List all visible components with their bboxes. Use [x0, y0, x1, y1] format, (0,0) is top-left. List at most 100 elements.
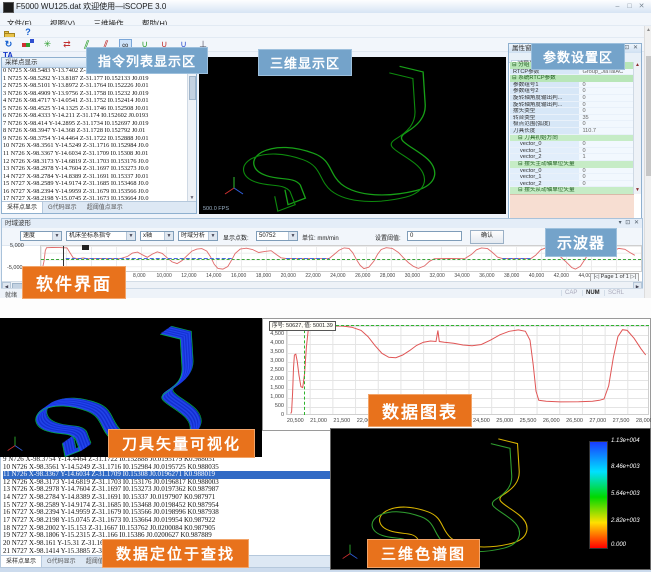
colorbar-tick-label: 8.46e+003: [611, 464, 640, 470]
property-value[interactable]: 0: [579, 181, 634, 188]
gcode-row[interactable]: 16 N727 X-98.2394 Y-14.9959 Z-31.1679 I0…: [3, 509, 331, 517]
gcode-row[interactable]: 2 N725 X-98.5101 Y-13.8972 Z-31.1764 I0.…: [3, 82, 188, 90]
axis-tick-label: 30,000: [400, 273, 424, 279]
points-count-select[interactable]: 50752▼: [256, 231, 298, 241]
gcode-row[interactable]: 11 N726 X-98.3367 Y-14.6034 Z-31.1709 I0…: [3, 150, 188, 158]
gcode-row[interactable]: 14 N727 X-98.2784 Y-14.8389 Z-31.1691 I0…: [3, 494, 331, 502]
tab-1[interactable]: 采样点显示: [2, 202, 43, 213]
tab-3[interactable]: 超阈值点显示: [82, 202, 128, 213]
property-value[interactable]: 1: [579, 154, 634, 161]
chart-crosshair-horizontal: [286, 325, 649, 326]
scroll-thumb[interactable]: [189, 76, 196, 100]
gcode-row[interactable]: 15 N727 X-98.2589 Y-14.9174 Z-31.1685 I0…: [3, 502, 331, 510]
gcode-row[interactable]: 12 N726 X-98.3173 Y-14.6819 Z-31.1703 I0…: [3, 158, 188, 166]
property-value[interactable]: 110.7: [579, 128, 634, 135]
minimize-button[interactable]: –: [612, 2, 623, 11]
annotation-cmd-list: 指令列表显示区: [86, 47, 208, 74]
property-row[interactable]: vector_10: [510, 174, 634, 181]
property-group[interactable]: ⊟ 系统RTCP参数: [510, 75, 634, 82]
gcode-row[interactable]: 14 N727 X-98.2784 Y-14.8389 Z-31.1691 I0…: [3, 173, 188, 181]
property-value[interactable]: 0: [579, 108, 634, 115]
fan-icon[interactable]: ✳: [41, 39, 54, 50]
gcode-row[interactable]: 12 N726 X-98.3173 Y-14.6819 Z-31.1703 I0…: [3, 479, 331, 487]
property-group[interactable]: ⊟ 摆头主动轴单位矢量: [510, 161, 634, 168]
scroll-thumb[interactable]: [646, 56, 651, 176]
axis-select[interactable]: x轴▼: [140, 231, 174, 241]
property-value[interactable]: 0: [579, 141, 634, 148]
close-button[interactable]: ✕: [636, 2, 647, 11]
collage-area: 6 N726 X-98.4333 Y-14.211 Z-31.174 I0.15…: [0, 298, 651, 572]
axis-tick-label: 20,500: [283, 418, 307, 424]
scroll-up-icon[interactable]: ▲: [645, 26, 651, 34]
gcode-row[interactable]: 10 N726 X-98.3561 Y-14.5249 Z-31.1716 I0…: [3, 464, 331, 472]
swap-arrows-icon[interactable]: ⇄: [60, 39, 73, 50]
property-row[interactable]: 旋转轴角度输出判...0: [510, 102, 634, 109]
gcode-row[interactable]: 4 N726 X-98.4717 Y-14.0541 Z-31.1752 I0.…: [3, 97, 188, 105]
axis-tick-label: 1,000: [263, 394, 284, 400]
coord-system-select[interactable]: 机床坐标系指令▼: [66, 231, 136, 241]
property-value[interactable]: 0: [579, 168, 634, 175]
analysis-mode-select[interactable]: 时域分析▼: [178, 231, 218, 241]
property-row[interactable]: 摆头类型0: [510, 108, 634, 115]
tab-1[interactable]: 采样点显示: [1, 556, 42, 567]
scroll-down-icon[interactable]: ▼: [634, 187, 641, 194]
axis-tick-label: 40,000: [524, 273, 548, 279]
gcode-row[interactable]: 5 N726 X-98.4525 Y-14.1325 Z-31.1746 I0.…: [3, 105, 188, 113]
property-row[interactable]: 旋转轴角度输出判...0: [510, 95, 634, 102]
scroll-up-icon[interactable]: ▲: [634, 62, 641, 69]
signal-select[interactable]: 速度▼: [20, 231, 62, 241]
confirm-button[interactable]: 确认: [470, 230, 504, 244]
property-name: 摆头类型: [510, 108, 579, 115]
gcode-row[interactable]: 11 N726 X-98.3367 Y-14.6034 Z-31.1709 I0…: [3, 471, 331, 479]
title-bar[interactable]: F5000 WU125.dat 欢迎使用—iSCOPE 3.0 – □ ✕: [0, 0, 651, 14]
property-value[interactable]: 0: [579, 174, 634, 181]
property-value[interactable]: 0: [579, 148, 634, 155]
palette-icon[interactable]: [21, 39, 34, 50]
maximize-button[interactable]: □: [624, 2, 635, 11]
property-row[interactable]: vector_20: [510, 181, 634, 188]
property-name: 极点范围(弧度): [510, 121, 579, 128]
property-value[interactable]: 0: [579, 88, 634, 95]
property-row[interactable]: 参数组号10: [510, 82, 634, 89]
gcode-row[interactable]: 13 N726 X-98.2978 Y-14.7604 Z-31.1697 I0…: [3, 486, 331, 494]
tab-2[interactable]: G代码显示: [42, 556, 81, 567]
gcode-row[interactable]: 10 N726 X-98.3561 Y-14.5249 Z-31.1716 I0…: [3, 142, 188, 150]
threshold-input[interactable]: 0: [407, 231, 462, 241]
refresh-icon[interactable]: ↻: [2, 39, 15, 50]
property-value[interactable]: 0: [579, 82, 634, 89]
property-row[interactable]: 参数组号20: [510, 88, 634, 95]
property-value[interactable]: 35: [579, 115, 634, 122]
property-row[interactable]: vector_21: [510, 154, 634, 161]
gcode-row[interactable]: 8 N726 X-98.3947 Y-14.368 Z-31.1728 I0.1…: [3, 127, 188, 135]
waveform-title: 时域波形: [5, 220, 31, 227]
list-scrollbar[interactable]: ▲ ▼: [187, 67, 196, 202]
property-group[interactable]: ⊟ 刀具初始方向: [510, 135, 634, 142]
gcode-row[interactable]: 3 N726 X-98.4909 Y-13.9756 Z-31.1758 I0.…: [3, 90, 188, 98]
gcode-row[interactable]: 1 N725 X-98.5292 Y-13.8187 Z-31.177 I0.1…: [3, 75, 188, 83]
axis-tick-label: 28,000: [376, 273, 400, 279]
property-row[interactable]: vector_10: [510, 148, 634, 155]
chevron-down-icon: ▼: [164, 232, 173, 240]
property-row[interactable]: 转台类型35: [510, 115, 634, 122]
property-row[interactable]: 极点范围(弧度)0: [510, 121, 634, 128]
gcode-row[interactable]: 15 N727 X-98.2589 Y-14.9174 Z-31.1685 I0…: [3, 180, 188, 188]
tab-2[interactable]: G代码显示: [43, 202, 82, 213]
property-row[interactable]: vector_00: [510, 168, 634, 175]
property-scrollbar[interactable]: ▲ ▼: [633, 62, 641, 194]
gcode-row[interactable]: 9 N726 X-98.3754 Y-14.4464 Z-31.1722 I0.…: [3, 135, 188, 143]
gcode-row[interactable]: 17 N727 X-98.2198 Y-15.0745 Z-31.1673 I0…: [3, 517, 331, 525]
3d-viewport[interactable]: 500.0 FPS: [199, 57, 506, 214]
gcode-row[interactable]: 7 N726 X-98.414 Y-14.2895 Z-31.1734 I0.1…: [3, 120, 188, 128]
property-value[interactable]: 0: [579, 121, 634, 128]
gcode-row[interactable]: 16 N727 X-98.2394 Y-14.9959 Z-31.1679 I0…: [3, 188, 188, 196]
property-value[interactable]: 0: [579, 95, 634, 102]
gcode-row[interactable]: 18 N727 X-98.2002 Y-15.153 Z-31.1667 I0.…: [3, 525, 331, 533]
waveform-panel-buttons[interactable]: ▾ ⊡ ✕: [619, 219, 640, 228]
property-value[interactable]: 0: [579, 102, 634, 109]
property-row[interactable]: 刀具长度110.7: [510, 128, 634, 135]
gcode-row[interactable]: 13 N726 X-98.2978 Y-14.7604 Z-31.1697 I0…: [3, 165, 188, 173]
gcode-row[interactable]: 6 N726 X-98.4333 Y-14.211 Z-31.174 I0.15…: [3, 112, 188, 120]
property-row[interactable]: vector_00: [510, 141, 634, 148]
property-group[interactable]: ⊟ 摆头从动轴单位矢量: [510, 187, 634, 194]
app-icon: [3, 2, 14, 13]
